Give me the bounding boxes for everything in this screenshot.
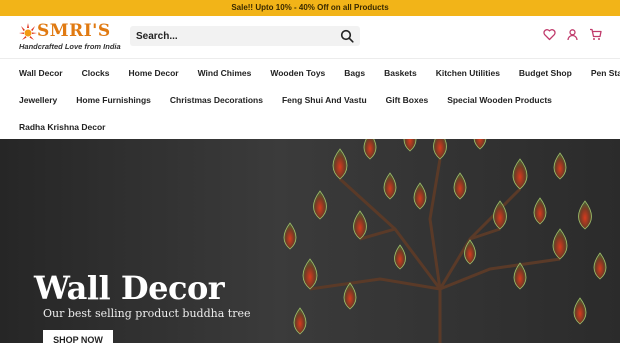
nav-item-home-furnishings[interactable]: Home Furnishings: [76, 95, 151, 105]
brand-tagline: Handcrafted Love from India: [19, 42, 121, 51]
nav-item-special-wooden-products[interactable]: Special Wooden Products: [447, 95, 552, 105]
site-header: SMRI'S Handcrafted Love from India: [0, 16, 620, 58]
brand-name: SMRI'S: [37, 21, 111, 41]
nav-item-wooden-toys[interactable]: Wooden Toys: [270, 68, 325, 78]
brand-logo[interactable]: SMRI'S Handcrafted Love from India: [18, 21, 121, 54]
nav-item-clocks[interactable]: Clocks: [82, 68, 110, 78]
user-icon[interactable]: [566, 28, 579, 41]
nav-row-3: Radha Krishna Decor: [19, 122, 124, 132]
search-icon[interactable]: [340, 29, 354, 43]
search-input[interactable]: [130, 26, 330, 47]
nav-item-pen-stand[interactable]: Pen Stand: [591, 68, 620, 78]
nav-item-baskets[interactable]: Baskets: [384, 68, 417, 78]
nav-item-gift-boxes[interactable]: Gift Boxes: [386, 95, 429, 105]
nav-item-radha-krishna-decor[interactable]: Radha Krishna Decor: [19, 122, 105, 132]
shop-now-button[interactable]: SHOP NOW: [43, 330, 113, 343]
cart-icon[interactable]: [589, 28, 602, 41]
nav-item-christmas-decorations[interactable]: Christmas Decorations: [170, 95, 263, 105]
nav-item-jewellery[interactable]: Jewellery: [19, 95, 57, 105]
nav-item-wind-chimes[interactable]: Wind Chimes: [198, 68, 252, 78]
nav-item-home-decor[interactable]: Home Decor: [129, 68, 179, 78]
hero-subtitle: Our best selling product buddha tree: [43, 307, 251, 320]
nav-item-bags[interactable]: Bags: [344, 68, 365, 78]
heart-icon[interactable]: [543, 28, 556, 41]
nav-item-kitchen-utilities[interactable]: Kitchen Utilities: [436, 68, 500, 78]
sun-logo-icon: [19, 23, 37, 40]
nav-item-feng-shui-and-vastu[interactable]: Feng Shui And Vastu: [282, 95, 367, 105]
announcement-bar: Sale!! Upto 10% - 40% Off on all Product…: [0, 0, 620, 16]
nav-item-budget-shop[interactable]: Budget Shop: [519, 68, 572, 78]
nav-row-2: Jewellery Home Furnishings Christmas Dec…: [19, 95, 571, 105]
announcement-text: Sale!! Upto 10% - 40% Off on all Product…: [231, 3, 389, 12]
hero-title: Wall Decor: [34, 269, 225, 307]
header-actions: [543, 28, 602, 41]
hero-banner[interactable]: Wall Decor Our best selling product budd…: [0, 139, 620, 343]
search-bar: [130, 26, 360, 47]
nav-item-wall-decor[interactable]: Wall Decor: [19, 68, 63, 78]
nav-row-1: Wall Decor Clocks Home Decor Wind Chimes…: [19, 68, 620, 78]
main-navigation: Wall Decor Clocks Home Decor Wind Chimes…: [0, 58, 620, 139]
